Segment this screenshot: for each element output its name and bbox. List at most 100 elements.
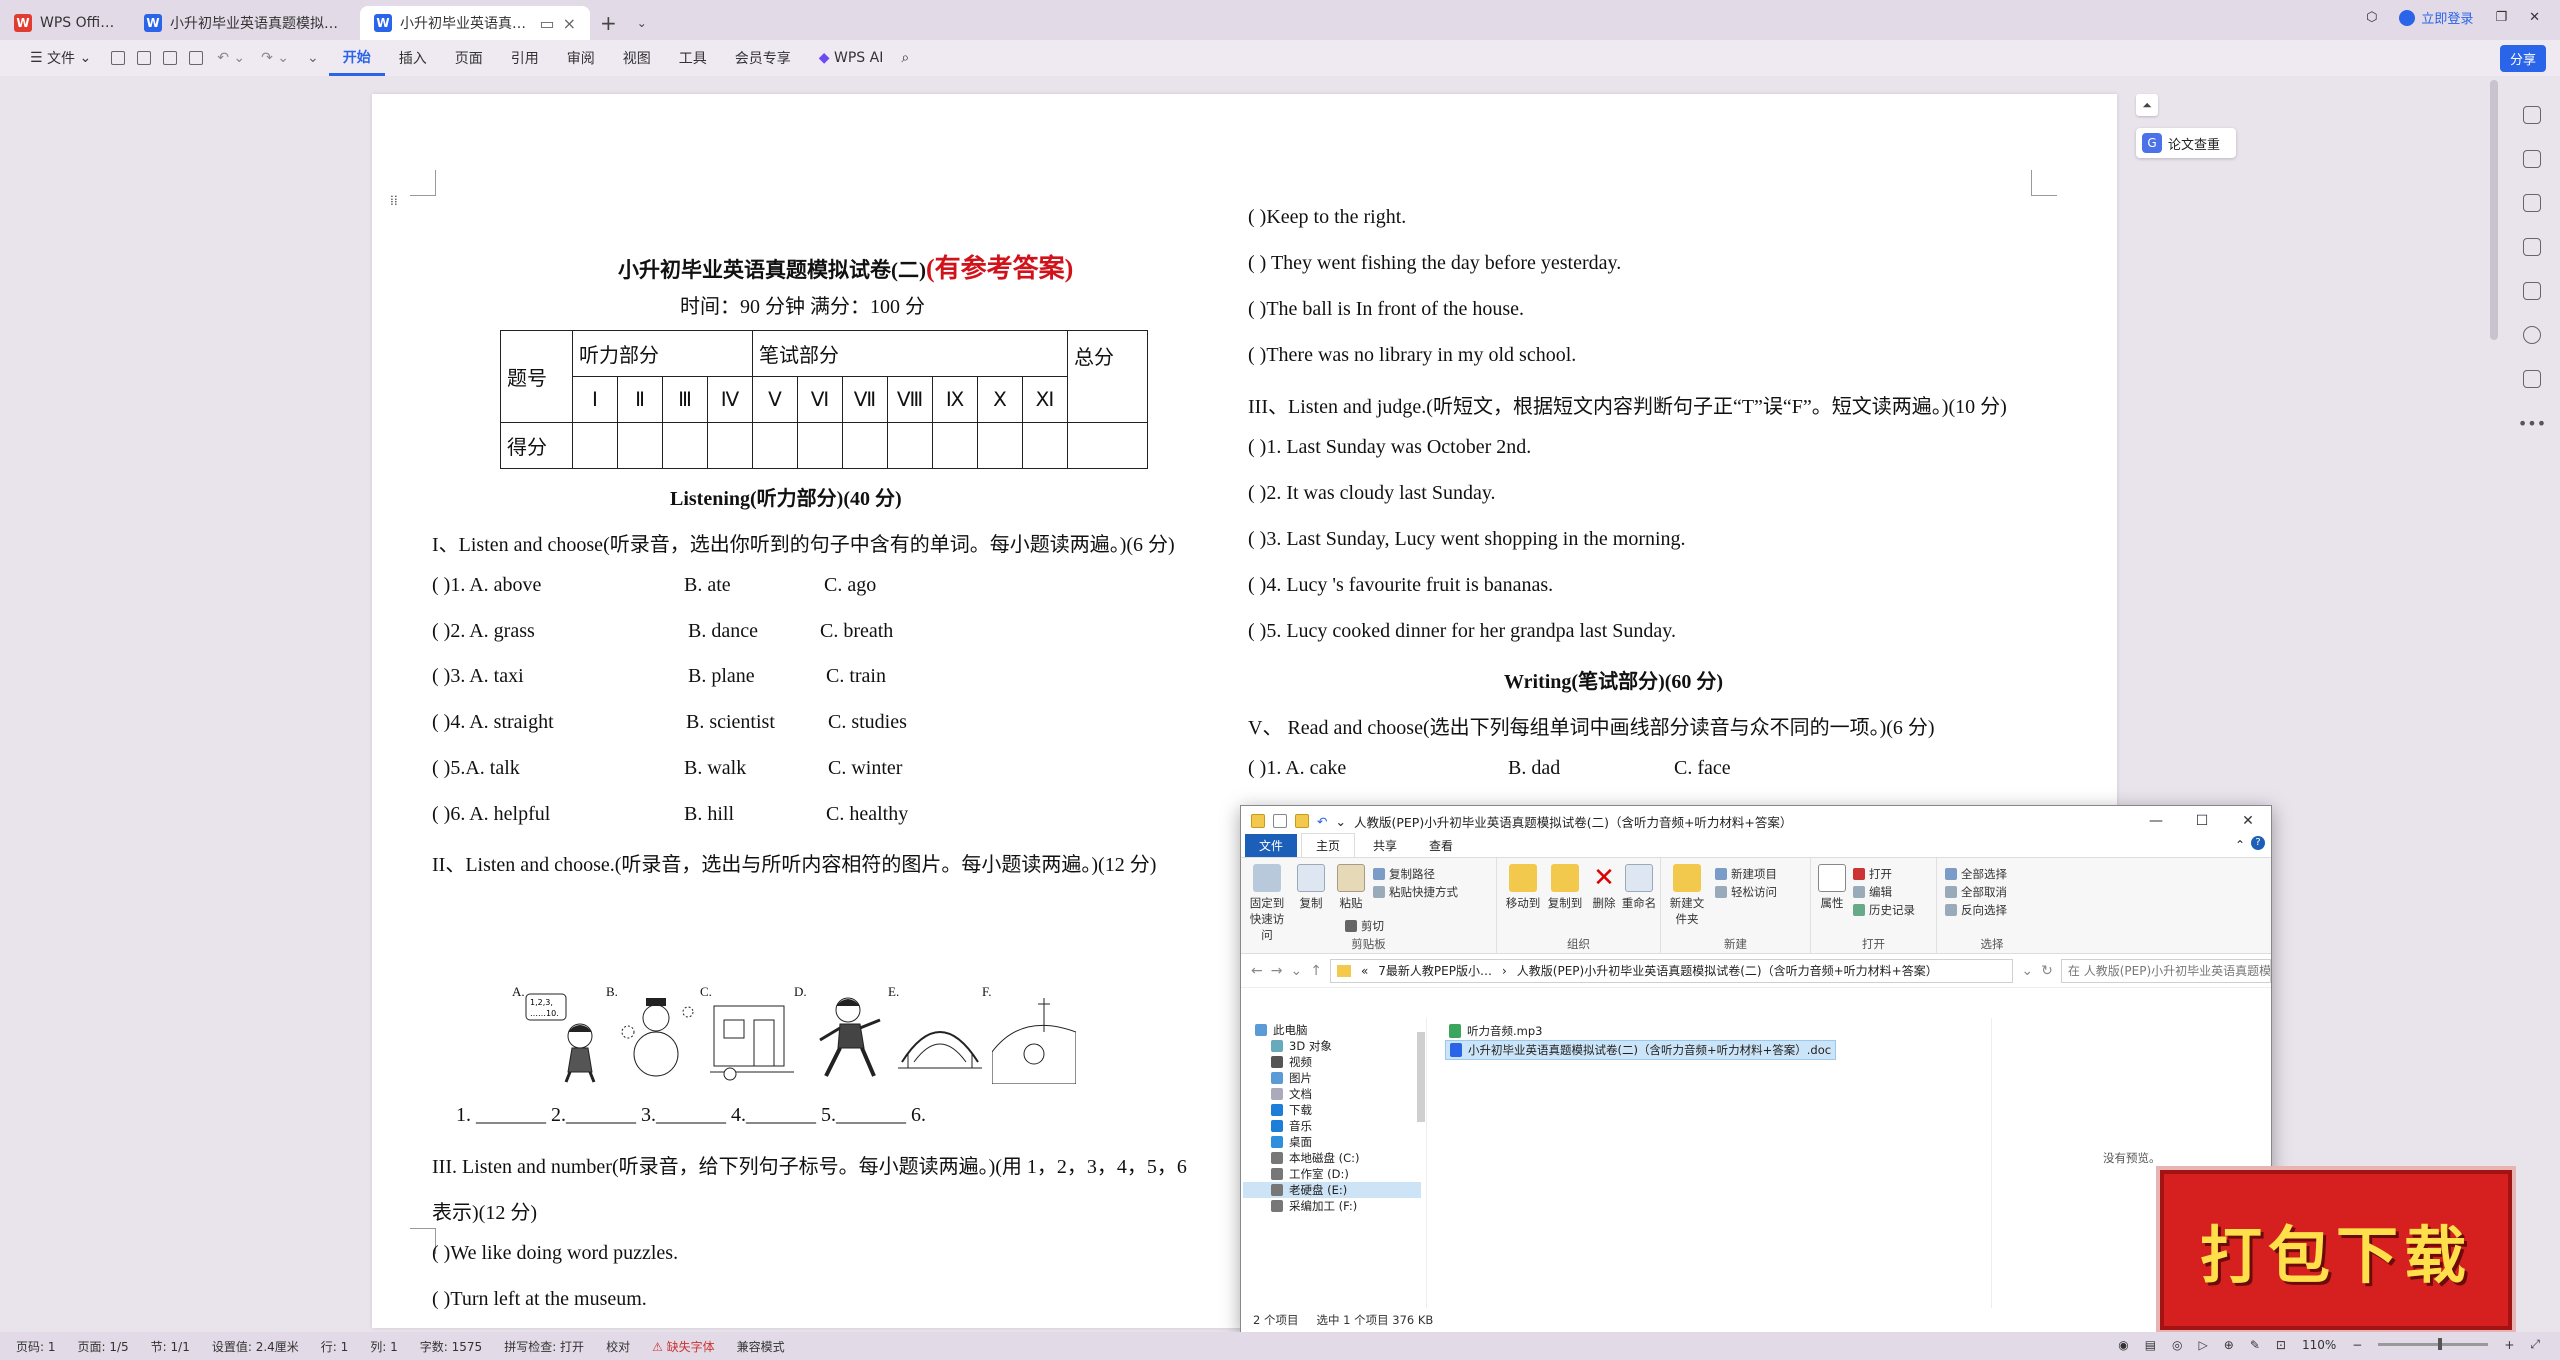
file-item-doc[interactable]: 小升初毕业英语真题模拟试卷(二)（含听力音频+听力材料+答案）.doc <box>1445 1040 1837 1060</box>
file-item-audio[interactable]: 听力音频.mp3 <box>1445 1022 1546 1040</box>
tab-member[interactable]: 会员专享 <box>721 40 805 76</box>
forward-arrow-icon[interactable]: → <box>1271 963 1283 979</box>
table-cell[interactable] <box>752 422 798 469</box>
paste-shortcut-button[interactable]: 粘贴快捷方式 <box>1373 884 1458 900</box>
shape-icon[interactable] <box>2523 238 2541 256</box>
select-all-button[interactable]: 全部选择 <box>1945 866 2007 882</box>
new-folder-button[interactable]: 新建文件夹 <box>1667 864 1707 927</box>
help-icon[interactable]: ? <box>2251 836 2265 850</box>
page-view-icon[interactable]: ▤ <box>2145 1338 2156 1352</box>
zoom-slider-thumb[interactable] <box>2438 1338 2443 1350</box>
tab-references[interactable]: 引用 <box>497 40 553 76</box>
back-arrow-icon[interactable]: ← <box>1251 963 1263 979</box>
pin-quick-access-button[interactable]: 固定到快速访问 <box>1245 864 1289 943</box>
up-arrow-icon[interactable]: ↑ <box>1310 963 1322 979</box>
undo-icon[interactable]: ↶ ⌄ <box>217 50 245 66</box>
table-cell[interactable] <box>617 422 663 469</box>
open-button[interactable]: 打开 <box>1853 866 1892 882</box>
login-button[interactable]: 立即登录 <box>2399 8 2473 27</box>
nav-scrollbar[interactable] <box>1417 1032 1425 1122</box>
table-cell[interactable] <box>572 422 618 469</box>
tab-view[interactable]: 视图 <box>609 40 665 76</box>
breadcrumb-item[interactable]: 7最新人教PEP版小… <box>1378 962 1492 979</box>
table-cell[interactable] <box>662 422 708 469</box>
edit-pen-icon[interactable]: ✎ <box>2250 1338 2260 1352</box>
cube-icon[interactable]: ⬡ <box>2366 10 2377 25</box>
status-setting[interactable]: 设置值: 2.4厘米 <box>212 1338 299 1355</box>
redo-icon[interactable]: ↷ ⌄ <box>261 50 289 66</box>
save-icon[interactable] <box>111 51 126 65</box>
new-folder-icon[interactable] <box>1295 814 1309 828</box>
search-icon[interactable]: ⌕ <box>901 50 909 66</box>
zoom-slider[interactable] <box>2378 1338 2489 1350</box>
tools-icon[interactable] <box>2523 282 2541 300</box>
search-input[interactable]: 在 人教版(PEP)小升初毕业英语真题模… <box>2060 958 2271 983</box>
copy-path-button[interactable]: 复制路径 <box>1373 866 1435 882</box>
properties-icon[interactable] <box>1273 814 1287 828</box>
table-cell[interactable] <box>797 422 843 469</box>
table-cell[interactable] <box>1067 422 1148 469</box>
recent-dropdown-icon[interactable]: ⌄ <box>1290 963 1302 979</box>
shirt-icon[interactable] <box>2523 370 2541 388</box>
export-icon[interactable] <box>137 51 152 65</box>
copy-button[interactable]: 复制 <box>1293 864 1329 911</box>
tab-share[interactable]: 共享 <box>1359 834 1411 857</box>
undo-icon[interactable]: ↶ <box>1317 814 1327 829</box>
easy-access-button[interactable]: 轻松访问 <box>1715 884 1777 900</box>
nav-item-pictures[interactable]: 图片 <box>1271 1070 1312 1086</box>
tab-review[interactable]: 审阅 <box>553 40 609 76</box>
play-icon[interactable]: ▷ <box>2199 1338 2208 1352</box>
tab-document-1[interactable]: W 小升初毕业英语真题模拟试卷(一)（含… <box>130 6 360 40</box>
refresh-icon[interactable]: ↻ <box>2041 963 2053 979</box>
zoom-out-icon[interactable]: − <box>2352 1338 2362 1352</box>
table-cell[interactable] <box>1022 422 1068 469</box>
properties-button[interactable]: 属性 <box>1817 864 1847 911</box>
nav-item-documents[interactable]: 文档 <box>1271 1086 1312 1102</box>
tab-insert[interactable]: 插入 <box>385 40 441 76</box>
select-none-button[interactable]: 全部取消 <box>1945 884 2007 900</box>
nav-item-drive-e[interactable]: 老硬盘 (E:) <box>1243 1182 1421 1198</box>
nav-item-desktop[interactable]: 桌面 <box>1271 1134 1312 1150</box>
nav-item-videos[interactable]: 视频 <box>1271 1054 1312 1070</box>
delete-button[interactable]: ✕ 删除 <box>1589 864 1619 911</box>
table-cell[interactable] <box>887 422 933 469</box>
cut-button[interactable]: 剪切 <box>1345 918 1384 934</box>
table-cell[interactable] <box>932 422 978 469</box>
path-box[interactable]: « 7最新人教PEP版小… › 人教版(PEP)小升初毕业英语真题模拟试卷(二)… <box>1329 958 2014 983</box>
status-col[interactable]: 列: 1 <box>370 1338 398 1355</box>
maximize-icon[interactable]: ☐ <box>2179 806 2225 836</box>
status-proof[interactable]: 校对 <box>606 1338 630 1355</box>
web-view-icon[interactable]: ◎ <box>2172 1338 2182 1352</box>
status-missing-font[interactable]: ⚠ 缺失字体 <box>652 1338 715 1355</box>
file-menu[interactable]: ☰ 文件 ⌄ <box>16 40 105 76</box>
tab-document-2[interactable]: W 小升初毕业英语真题模拟试卷… ▭ × <box>360 6 590 40</box>
tab-tools[interactable]: 工具 <box>665 40 721 76</box>
status-word-count[interactable]: 字数: 1575 <box>420 1338 482 1355</box>
drag-handle-icon[interactable]: ⁞⁞ <box>390 194 398 210</box>
breadcrumb-item[interactable]: 人教版(PEP)小升初毕业英语真题模拟试卷(二)（含听力音频+听力材料+答案） <box>1517 962 1938 979</box>
table-cell[interactable] <box>707 422 753 469</box>
collapse-ribbon-icon[interactable]: ⌃ <box>2235 838 2245 852</box>
wps-ai-button[interactable]: ◆ WPS AI <box>805 40 898 76</box>
move-to-button[interactable]: 移动到 <box>1503 864 1543 911</box>
more-chevron-icon[interactable]: ⌄ <box>307 50 319 66</box>
globe-icon[interactable]: ⊕ <box>2224 1338 2234 1352</box>
paste-button[interactable]: 粘贴 <box>1333 864 1369 911</box>
monitor-icon[interactable]: ▭ <box>539 14 554 33</box>
print-icon[interactable] <box>163 51 178 65</box>
print-preview-icon[interactable] <box>189 51 204 65</box>
nav-item-3d[interactable]: 3D 对象 <box>1271 1038 1332 1054</box>
path-dropdown-icon[interactable]: ⌄ <box>2021 963 2033 979</box>
download-package-badge[interactable]: 打包下载 <box>2160 1170 2512 1330</box>
invert-selection-button[interactable]: 反向选择 <box>1945 902 2007 918</box>
status-page[interactable]: 页码: 1 <box>16 1338 56 1355</box>
table-cell[interactable] <box>842 422 888 469</box>
new-tab-button[interactable]: + <box>590 6 627 40</box>
fit-icon[interactable]: ⊡ <box>2276 1338 2286 1352</box>
copy-to-button[interactable]: 复制到 <box>1545 864 1585 911</box>
history-button[interactable]: 历史记录 <box>1853 902 1915 918</box>
tab-view[interactable]: 查看 <box>1415 834 1467 857</box>
help-icon[interactable] <box>2523 326 2541 344</box>
nav-item-downloads[interactable]: 下载 <box>1271 1102 1312 1118</box>
pen-icon[interactable] <box>2523 106 2541 124</box>
